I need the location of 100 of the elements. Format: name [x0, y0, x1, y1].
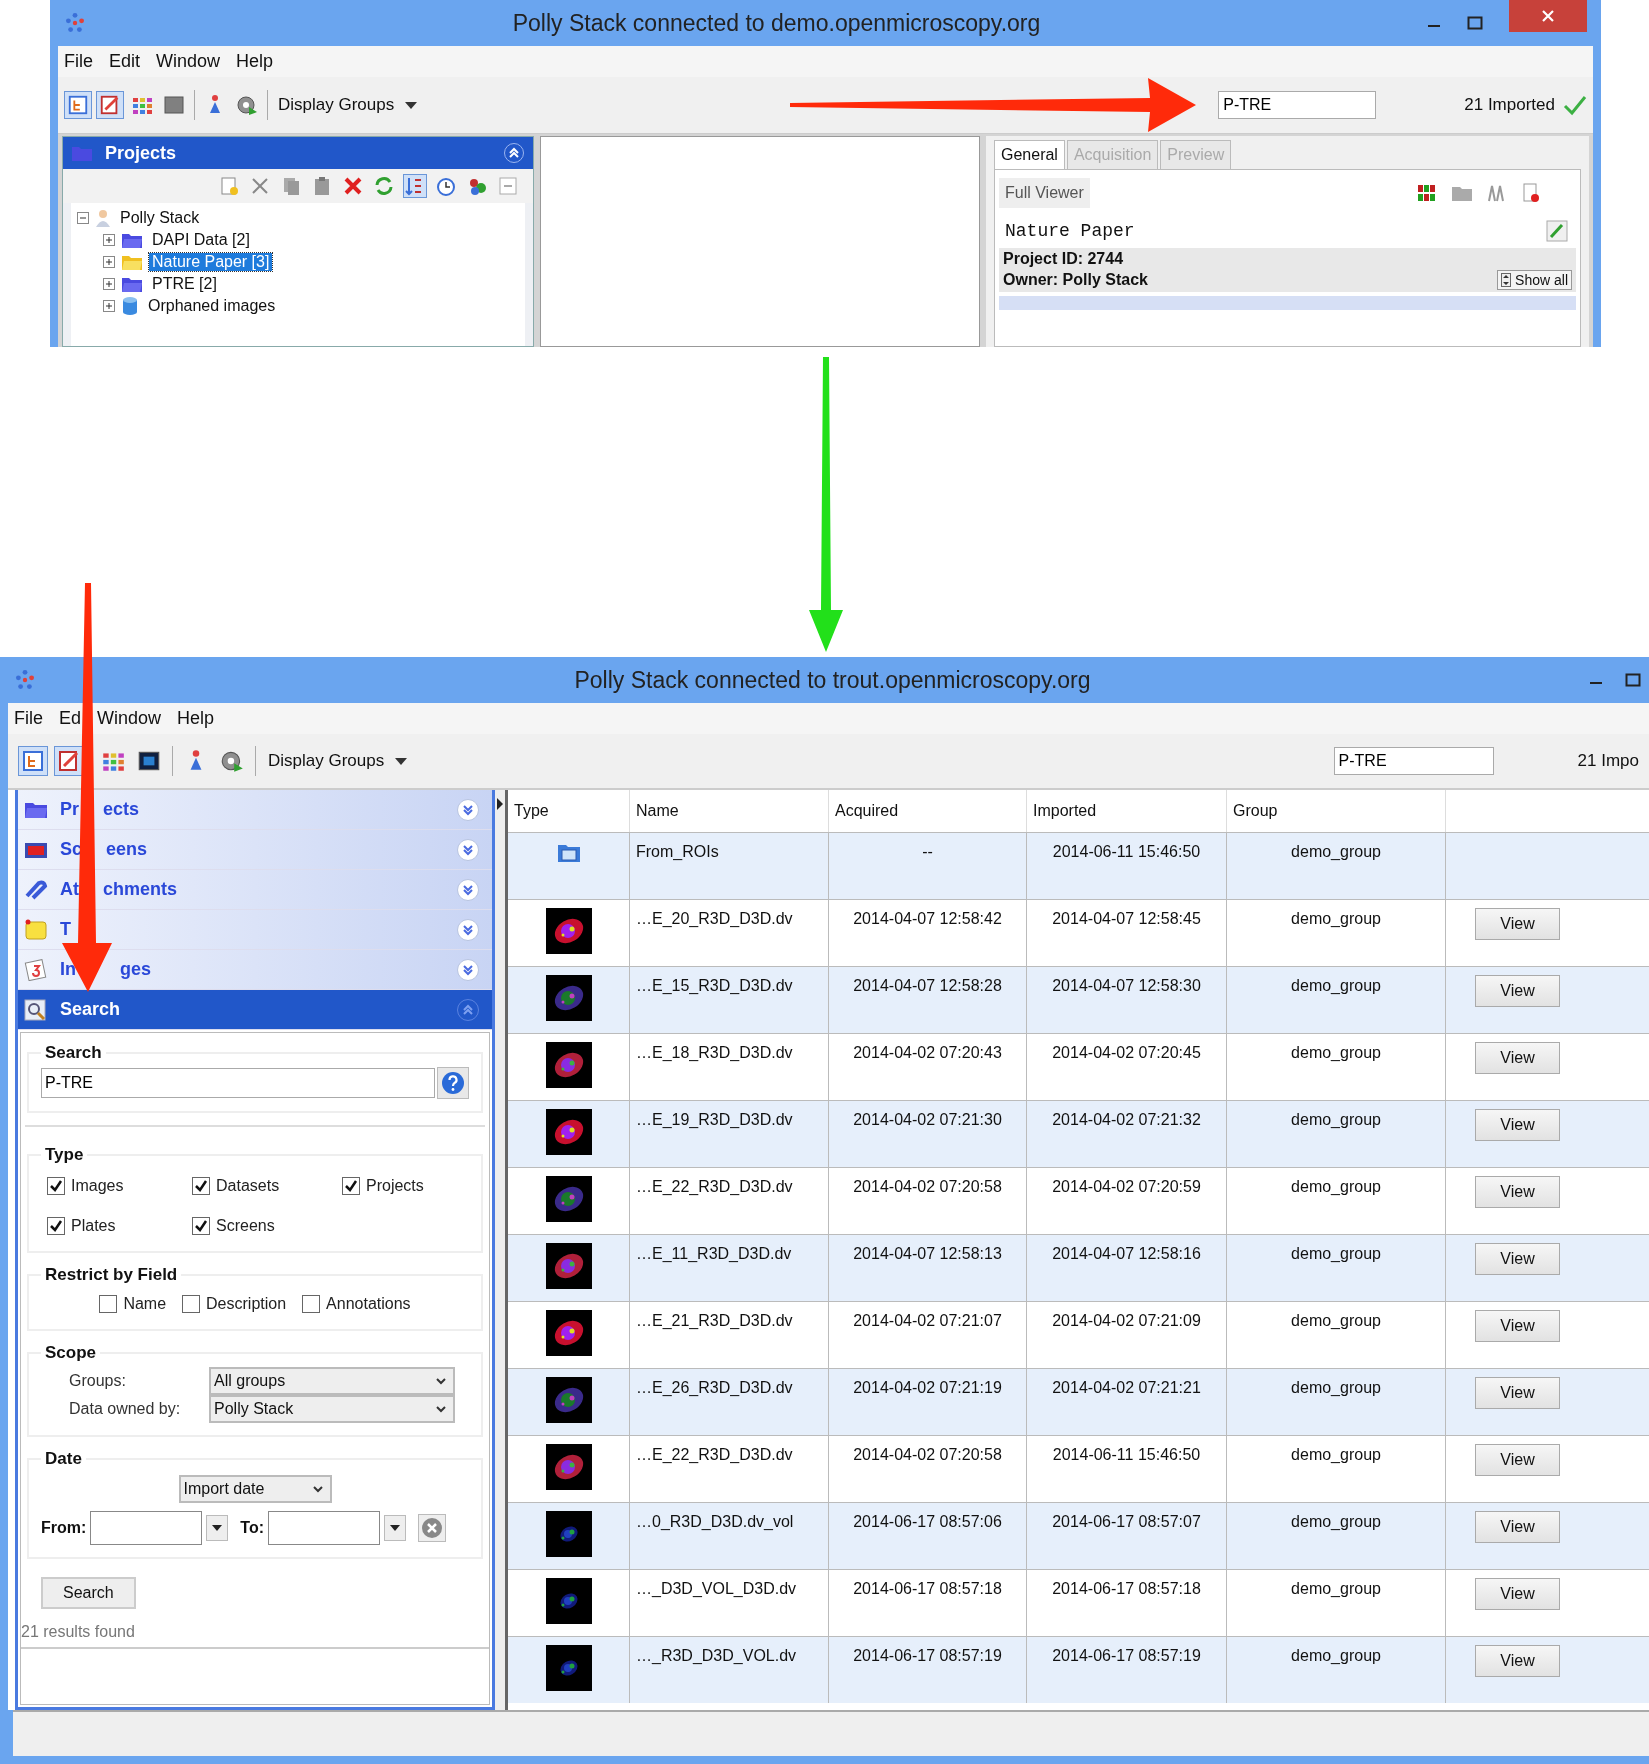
close-button[interactable]: [1509, 0, 1587, 32]
dropdown-button[interactable]: [206, 1515, 229, 1541]
edit-icon[interactable]: [96, 91, 124, 119]
collapse-icon[interactable]: [503, 142, 525, 164]
view-button[interactable]: View: [1475, 1176, 1560, 1208]
tab[interactable]: General: [994, 140, 1065, 169]
section-title: ges: [120, 959, 152, 980]
table-cell: demo_group: [1227, 1503, 1446, 1569]
section-header[interactable]: Pr ects: [18, 790, 492, 830]
view-button[interactable]: View: [1475, 1109, 1560, 1141]
checkbox[interactable]: Annotations: [302, 1295, 411, 1313]
menu-item[interactable]: Window: [156, 51, 221, 72]
grid-icon[interactable]: [1416, 182, 1438, 204]
document-icon[interactable]: [1520, 182, 1542, 204]
table-cell: …E_19_R3D_D3D.dv: [630, 1101, 829, 1167]
tree-item[interactable]: Polly Stack: [117, 209, 203, 227]
section-header[interactable]: At chments: [18, 870, 492, 910]
field-label: Data owned by:: [69, 1400, 182, 1418]
pencil-icon[interactable]: [1546, 220, 1568, 242]
maximize-icon[interactable]: [1625, 673, 1641, 687]
field-label: Groups:: [69, 1372, 127, 1390]
view-button[interactable]: View: [1475, 1511, 1560, 1543]
checkbox[interactable]: Name: [99, 1295, 167, 1313]
owner-dropdown[interactable]: Polly Stack: [209, 1395, 455, 1423]
section-header[interactable]: Search: [18, 990, 492, 1030]
delete-icon[interactable]: [342, 175, 364, 197]
expand-icon: [456, 957, 480, 982]
maximize-icon[interactable]: [1467, 16, 1483, 30]
table-cell: …_R3D_D3D_VOL.dv: [630, 1637, 829, 1703]
menu-item[interactable]: File: [64, 51, 93, 72]
sort-icon[interactable]: [404, 175, 426, 197]
tree-item[interactable]: Nature Paper [3]: [149, 253, 273, 271]
display-groups-menu[interactable]: Display Groups: [264, 748, 413, 774]
view-button[interactable]: View: [1475, 908, 1560, 940]
full-viewer-button[interactable]: Full Viewer: [999, 178, 1090, 208]
view-button[interactable]: View: [1475, 1377, 1560, 1409]
results-count: 21 results found: [21, 1622, 136, 1641]
view-button[interactable]: View: [1475, 1310, 1560, 1342]
section-header[interactable]: Sc eens: [18, 830, 492, 870]
edit-icon[interactable]: [54, 746, 84, 776]
date-type-dropdown[interactable]: Import date: [178, 1475, 332, 1503]
panel-header[interactable]: Projects: [63, 137, 533, 169]
section-header[interactable]: T: [18, 910, 492, 950]
checkbox[interactable]: Datasets: [192, 1177, 342, 1195]
table-cell: 2014-06-17 08:57:19: [829, 1637, 1027, 1703]
tree-view-icon[interactable]: [64, 91, 92, 119]
checkbox[interactable]: Screens: [192, 1217, 342, 1235]
view-button[interactable]: View: [1475, 1243, 1560, 1275]
project-id: Project ID: 2744: [1003, 250, 1125, 268]
expand-icon[interactable]: [103, 300, 115, 312]
menu-item[interactable]: Help: [236, 51, 274, 72]
splitter-arrow-icon[interactable]: [497, 798, 503, 810]
section-title: At: [60, 879, 79, 900]
search-field[interactable]: P-TRE: [1333, 747, 1494, 775]
help-button[interactable]: [437, 1067, 469, 1099]
clear-button[interactable]: [418, 1514, 446, 1542]
show-all-button[interactable]: Show all: [1497, 270, 1572, 290]
search-button[interactable]: Search: [41, 1577, 136, 1609]
checkbox[interactable]: Projects: [342, 1177, 462, 1195]
table-cell: 2014-04-07 12:58:30: [1027, 967, 1227, 1033]
menu-item[interactable]: File: [14, 708, 43, 729]
date-field[interactable]: [268, 1511, 380, 1545]
view-button[interactable]: View: [1475, 1645, 1560, 1677]
tree-item[interactable]: DAPI Data [2]: [149, 231, 253, 249]
menu-item[interactable]: Edit: [109, 51, 141, 72]
menu-item[interactable]: Window: [97, 708, 162, 729]
expand-icon[interactable]: [103, 234, 115, 246]
checkbox[interactable]: Plates: [47, 1217, 192, 1235]
expand-icon[interactable]: [103, 256, 115, 268]
menu-item[interactable]: Help: [177, 708, 215, 729]
search-field[interactable]: P-TRE: [41, 1068, 435, 1098]
refresh-icon[interactable]: [373, 175, 395, 197]
logo-icon: [64, 12, 86, 34]
clock-icon[interactable]: [435, 175, 457, 197]
table-cell: demo_group: [1227, 833, 1446, 899]
tree-item[interactable]: Orphaned images: [145, 297, 279, 315]
view-button[interactable]: View: [1475, 1444, 1560, 1476]
collapse-icon[interactable]: [77, 212, 89, 224]
checkbox[interactable]: Description: [182, 1295, 287, 1313]
collapse-icon: [456, 997, 480, 1022]
dropdown-button[interactable]: [384, 1515, 406, 1541]
view-button[interactable]: View: [1475, 1042, 1560, 1074]
display-groups-menu[interactable]: Display Groups: [274, 92, 423, 118]
group-title: Date: [44, 1449, 83, 1469]
groups-dropdown[interactable]: All groups: [209, 1367, 455, 1395]
tree-view-icon[interactable]: [18, 746, 48, 776]
view-button[interactable]: View: [1475, 1578, 1560, 1610]
checkbox[interactable]: Images: [47, 1177, 192, 1195]
chevron-down-icon: [311, 1484, 324, 1494]
view-button[interactable]: View: [1475, 975, 1560, 1007]
section-header[interactable]: In ges: [18, 950, 492, 990]
expand-icon[interactable]: [103, 278, 115, 290]
folder-icon: [121, 253, 143, 271]
tree-item[interactable]: PTRE [2]: [149, 275, 220, 293]
date-field[interactable]: [90, 1511, 203, 1545]
menu-item[interactable]: Ed: [59, 708, 82, 729]
table-cell: 2014-06-11 15:46:50: [1027, 833, 1227, 899]
table-cell: 2014-04-02 07:21:19: [829, 1369, 1027, 1435]
search-field[interactable]: P-TRE: [1218, 91, 1377, 119]
caret-icon: [394, 756, 409, 766]
